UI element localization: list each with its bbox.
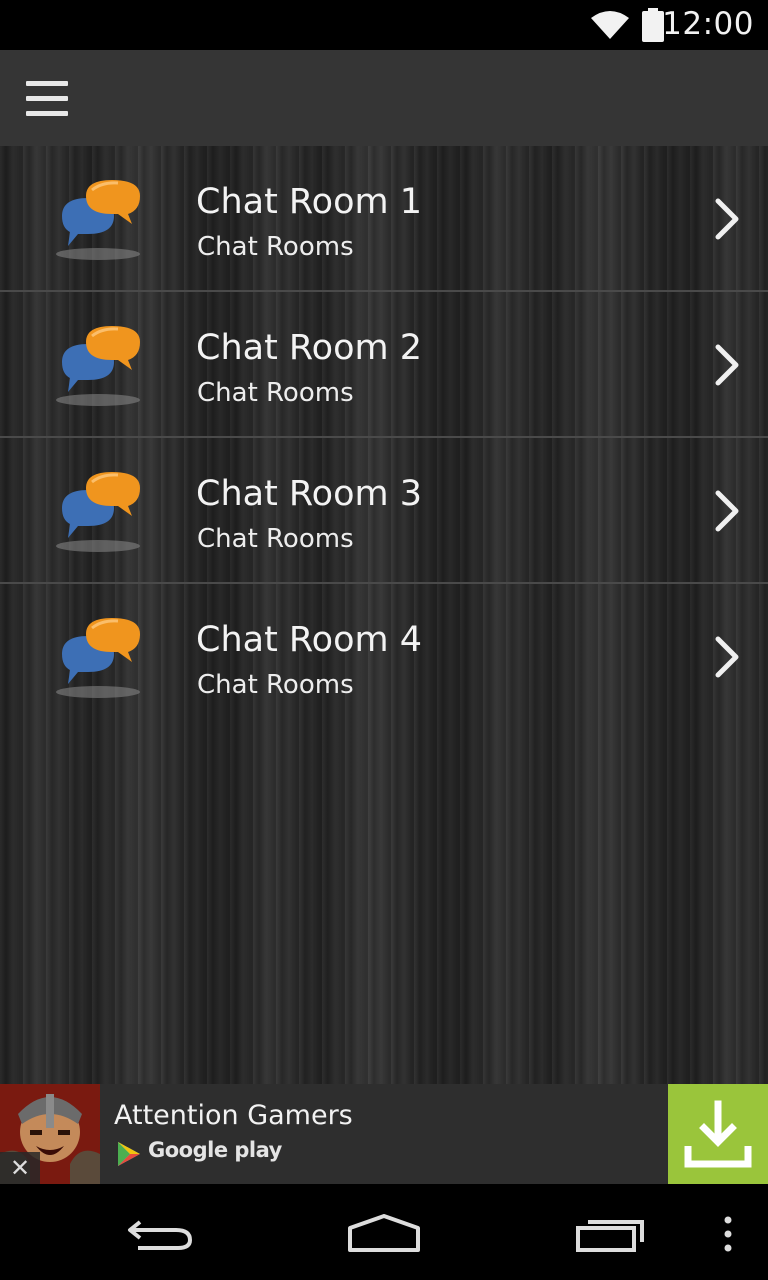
list-item-title: Chat Room 2 (196, 328, 422, 368)
ad-banner[interactable]: ✕ Attention Gamers Google play (0, 1084, 768, 1184)
battery-icon (642, 8, 664, 42)
status-bar: 12:00 (0, 0, 768, 50)
list-item-subtitle: Chat Rooms (197, 670, 354, 700)
chat-bubbles-icon (56, 180, 140, 260)
chat-bubbles-icon (56, 472, 140, 552)
list-item-subtitle: Chat Rooms (197, 378, 354, 408)
list-item-chat-room-2[interactable]: Chat Room 2 Chat Rooms (0, 292, 768, 438)
list-item-title: Chat Room 4 (196, 620, 422, 660)
navigation-bar (0, 1184, 768, 1280)
ad-download-button[interactable] (668, 1084, 768, 1184)
chevron-right-icon (715, 198, 739, 240)
list-item-title: Chat Room 1 (196, 182, 422, 222)
overflow-menu-icon[interactable] (716, 1214, 740, 1254)
chevron-right-icon (715, 490, 739, 532)
list-item-chat-room-1[interactable]: Chat Room 1 Chat Rooms (0, 146, 768, 292)
ad-title: Attention Gamers (114, 1100, 353, 1131)
wifi-icon (591, 11, 629, 39)
list-item-chat-room-3[interactable]: Chat Room 3 Chat Rooms (0, 438, 768, 584)
recents-icon[interactable] (574, 1214, 646, 1254)
ad-store-name: Google play (148, 1138, 282, 1162)
chevron-right-icon (715, 344, 739, 386)
back-icon[interactable] (124, 1214, 196, 1254)
chat-bubbles-icon (56, 618, 140, 698)
google-play-icon (118, 1142, 140, 1166)
list-item-subtitle: Chat Rooms (197, 524, 354, 554)
action-bar (0, 50, 768, 146)
ad-close-button[interactable]: ✕ (0, 1152, 40, 1184)
download-icon (684, 1100, 752, 1168)
chat-bubbles-icon (56, 326, 140, 406)
list-item-chat-room-4[interactable]: Chat Room 4 Chat Rooms (0, 584, 768, 730)
list-item-subtitle: Chat Rooms (197, 232, 354, 262)
chevron-right-icon (715, 636, 739, 678)
home-icon[interactable] (346, 1214, 422, 1254)
list-item-title: Chat Room 3 (196, 474, 422, 514)
chat-room-list: Chat Room 1 Chat Rooms Chat Room 2 Chat … (0, 146, 768, 1084)
hamburger-menu-icon[interactable] (14, 68, 80, 128)
status-time: 12:00 (662, 6, 754, 42)
